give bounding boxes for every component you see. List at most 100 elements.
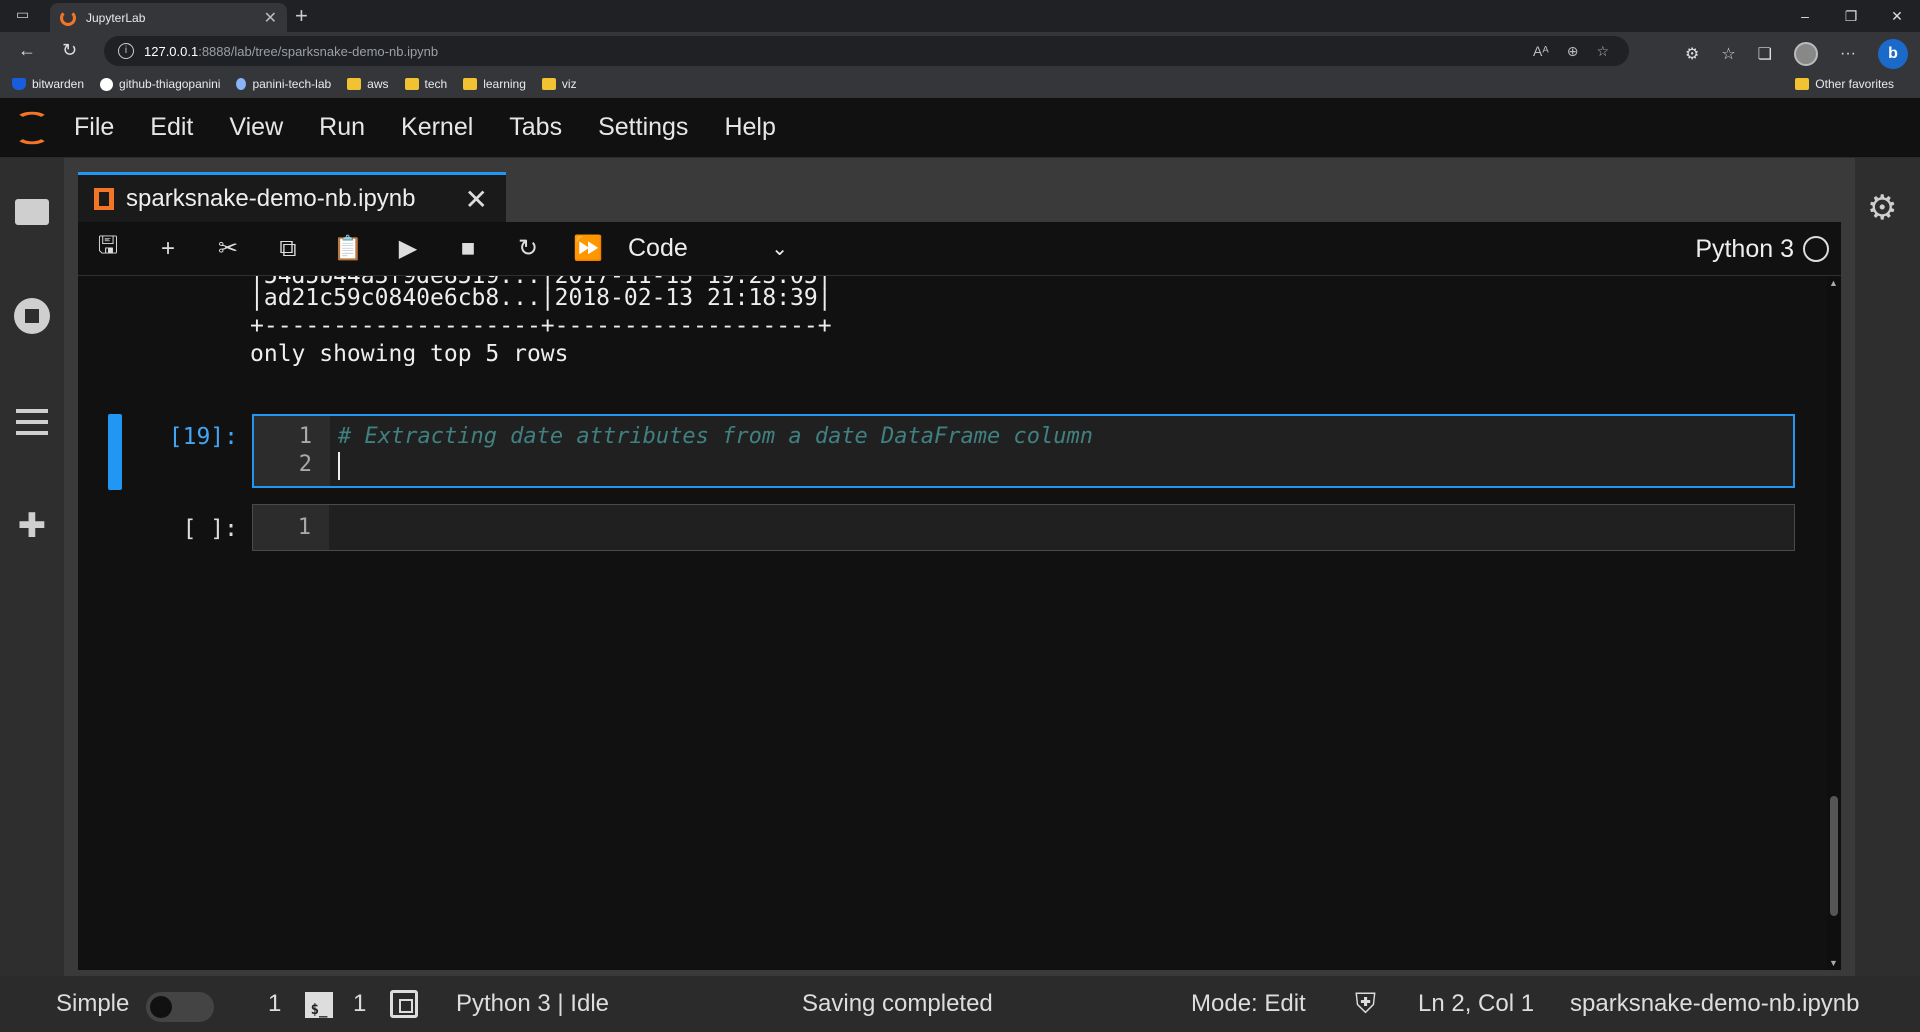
other-favorites-label: Other favorites	[1815, 77, 1894, 91]
file-browser-tab[interactable]	[14, 194, 50, 230]
bookmark-aws[interactable]: aws	[347, 77, 389, 91]
cut-icon[interactable]: ✂	[198, 234, 258, 263]
refresh-icon[interactable]: ↻	[62, 40, 77, 61]
menu-run[interactable]: Run	[319, 113, 365, 142]
zoom-icon[interactable]: ⊕	[1567, 43, 1579, 60]
jupyter-favicon-icon	[60, 9, 76, 26]
cell-editor[interactable]: 1 2 # Extracting date attributes from a …	[252, 414, 1795, 488]
add-cell-icon[interactable]: +	[138, 235, 198, 263]
collections-icon[interactable]: ❏	[1758, 44, 1772, 64]
flask-icon	[236, 78, 247, 90]
table-of-contents-tab[interactable]	[14, 404, 50, 440]
menu-file[interactable]: File	[74, 113, 114, 142]
kernel-name-button[interactable]: Python 3	[1695, 235, 1794, 264]
menu-help[interactable]: Help	[724, 113, 775, 142]
add-favorite-icon[interactable]: ☆	[1596, 43, 1609, 60]
code-cell-active[interactable]: [19]: 1 2 # Extracting date attributes f…	[78, 414, 1798, 490]
property-inspector-gears-icon[interactable]: ⚙	[1867, 188, 1897, 228]
tab-actions-icon[interactable]: ▭	[16, 6, 29, 23]
output-line: only showing top 5 rows	[250, 341, 569, 367]
jupyter-logo-icon	[12, 106, 52, 150]
stop-circle-icon	[14, 298, 50, 334]
close-notebook-icon[interactable]: ✕	[465, 183, 488, 216]
bookmark-label: viz	[561, 77, 577, 91]
notebook-tab[interactable]: sparksnake-demo-nb.ipynb ✕	[78, 172, 506, 222]
cursor-position[interactable]: Ln 2, Col 1	[1418, 990, 1534, 1018]
notebook-content[interactable]: |54d5b44a3f9de8519...|2017-11-13 19:23:0…	[78, 276, 1841, 970]
back-icon[interactable]: ←	[18, 40, 36, 61]
menu-kernel[interactable]: Kernel	[401, 113, 473, 142]
simple-mode-toggle[interactable]	[146, 992, 214, 1022]
run-icon[interactable]: ▶	[378, 234, 438, 263]
status-filename: sparksnake-demo-nb.ipynb	[1570, 990, 1860, 1017]
bing-copilot-icon[interactable]: b	[1878, 39, 1908, 69]
interrupt-icon[interactable]: ■	[438, 235, 498, 263]
output-line: +--------------------+------------------…	[250, 313, 832, 339]
bookmarks-bar: bitwarden github-thiagopanini panini-tec…	[0, 70, 1920, 98]
line-gutter: 1 2	[254, 416, 330, 486]
close-tab-icon[interactable]: ✕	[264, 8, 277, 28]
menu-settings[interactable]: Settings	[598, 113, 688, 142]
cell-prompt: [19]:	[168, 424, 238, 450]
line-number: 1	[298, 424, 312, 449]
bookmark-github[interactable]: github-thiagopanini	[100, 77, 220, 91]
right-sidebar: ⚙	[1855, 158, 1920, 976]
cell-collapser[interactable]	[108, 414, 122, 490]
close-window-icon[interactable]: ✕	[1874, 0, 1920, 32]
url-host: 127.0.0.1	[144, 43, 199, 59]
scroll-down-icon[interactable]: ▼	[1829, 958, 1838, 968]
bookmark-learning[interactable]: learning	[463, 77, 526, 91]
address-bar[interactable]: i 127.0.0.1:8888/lab/tree/sparksnake-dem…	[104, 36, 1629, 66]
cell-type-dropdown[interactable]: Code ⌄	[628, 234, 788, 263]
new-tab-icon[interactable]: +	[295, 3, 308, 29]
bookmark-label: aws	[367, 77, 389, 91]
read-aloud-icon[interactable]: Aᴬ	[1533, 43, 1549, 60]
extensions-icon[interactable]: ⚙	[1685, 44, 1699, 64]
profile-avatar[interactable]	[1794, 42, 1819, 66]
bookmark-bitwarden[interactable]: bitwarden	[12, 77, 84, 91]
notebook-scrollbar[interactable]: ▲ ▼	[1827, 276, 1841, 970]
menu-tabs[interactable]: Tabs	[509, 113, 562, 142]
code-cell[interactable]: [ ]: 1	[78, 504, 1798, 552]
copy-icon[interactable]: ⧉	[258, 235, 318, 263]
restore-icon[interactable]: ❐	[1828, 0, 1874, 32]
save-icon[interactable]: 🖫	[78, 228, 138, 269]
cell-prompt: [ ]:	[182, 516, 238, 542]
jupyter-menubar: File Edit View Run Kernel Tabs Settings …	[0, 98, 1920, 158]
kernel-chip-icon[interactable]	[390, 990, 418, 1018]
paste-icon[interactable]: 📋	[318, 234, 378, 263]
bookmark-label: tech	[424, 77, 448, 91]
minimize-icon[interactable]: –	[1782, 0, 1828, 32]
other-favorites[interactable]: Other favorites	[1795, 77, 1894, 91]
bookmark-viz[interactable]: viz	[541, 77, 577, 91]
line-number: 2	[298, 452, 312, 477]
cell-editor[interactable]: 1	[252, 504, 1795, 551]
bookmark-label: bitwarden	[32, 77, 85, 91]
restart-icon[interactable]: ↻	[498, 234, 558, 263]
menu-edit[interactable]: Edit	[150, 113, 193, 142]
bookmark-label: github-thiagopanini	[119, 77, 221, 91]
bookmark-panini-tech-lab[interactable]: panini-tech-lab	[236, 77, 331, 91]
terminals-count[interactable]: 1	[268, 990, 281, 1018]
bitwarden-icon	[12, 78, 26, 90]
kernel-status-text[interactable]: Python 3 | Idle	[456, 990, 609, 1018]
running-kernels-tab[interactable]	[14, 298, 50, 334]
kernels-count[interactable]: 1	[353, 990, 366, 1018]
bookmark-tech[interactable]: tech	[404, 77, 448, 91]
site-info-icon[interactable]: i	[118, 43, 134, 59]
simple-mode-label: Simple	[56, 990, 130, 1017]
trusted-shield-icon[interactable]: ⛨	[1355, 988, 1376, 1021]
browser-tab-jupyterlab[interactable]: JupyterLab ✕	[50, 3, 287, 32]
favorites-icon[interactable]: ☆	[1721, 44, 1735, 64]
terminal-icon[interactable]: $_	[305, 992, 333, 1018]
scroll-up-icon[interactable]: ▲	[1829, 278, 1838, 288]
browser-toolbar: ⚙ ☆ ❏ ··· b	[1685, 39, 1908, 69]
notebook-panel: 🖫 + ✂ ⧉ 📋 ▶ ■ ↻ ⏩ Code ⌄ Python 3 |54d5b…	[78, 222, 1841, 970]
menu-view[interactable]: View	[229, 113, 283, 142]
fast-forward-icon[interactable]: ⏩	[558, 234, 618, 263]
more-icon[interactable]: ···	[1840, 45, 1856, 63]
notebook-toolbar: 🖫 + ✂ ⧉ 📋 ▶ ■ ↻ ⏩ Code ⌄ Python 3	[78, 222, 1841, 276]
extensions-tab[interactable]: ✚	[14, 508, 50, 544]
scroll-thumb[interactable]	[1830, 796, 1838, 916]
left-sidebar: ✚	[0, 158, 64, 976]
